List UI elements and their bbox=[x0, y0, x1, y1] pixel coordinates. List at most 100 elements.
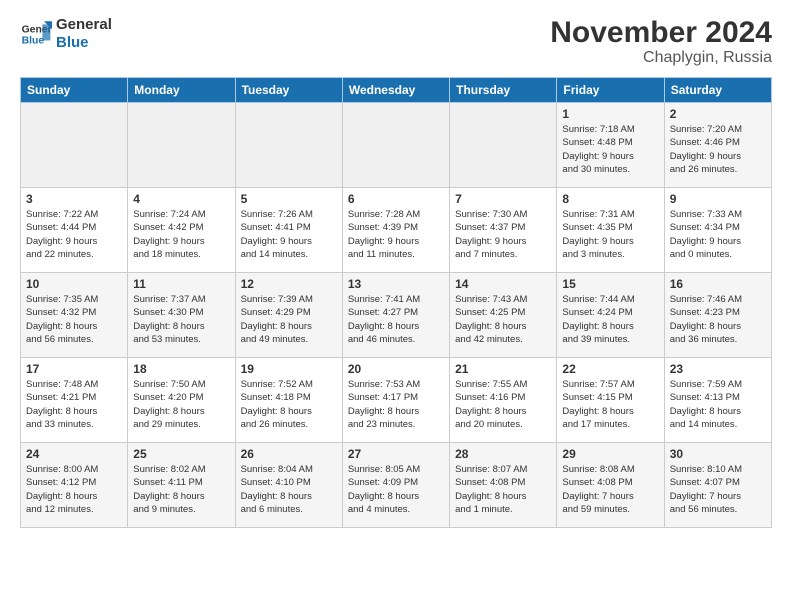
day-number: 10 bbox=[26, 277, 122, 291]
day-number: 19 bbox=[241, 362, 337, 376]
day-number: 22 bbox=[562, 362, 658, 376]
table-row: 20 Sunrise: 7:53 AM Sunset: 4:17 PM Dayli… bbox=[342, 358, 449, 443]
table-row: 15 Sunrise: 7:44 AM Sunset: 4:24 PM Dayli… bbox=[557, 273, 664, 358]
header-thursday: Thursday bbox=[450, 78, 557, 103]
page-subtitle: Chaplygin, Russia bbox=[550, 49, 772, 67]
table-row: 28Sunrise: 8:07 AM Sunset: 4:08 PM Dayli… bbox=[450, 443, 557, 528]
table-row: 6 Sunrise: 7:28 AM Sunset: 4:39 PM Daylig… bbox=[342, 188, 449, 273]
table-row: 14 Sunrise: 7:43 AM Sunset: 4:25 PM Dayli… bbox=[450, 273, 557, 358]
calendar-week-2: 3 Sunrise: 7:22 AM Sunset: 4:44 PM Daylig… bbox=[21, 188, 772, 273]
table-row: 22 Sunrise: 7:57 AM Sunset: 4:15 PM Dayli… bbox=[557, 358, 664, 443]
header-tuesday: Tuesday bbox=[235, 78, 342, 103]
day-number: 21 bbox=[455, 362, 551, 376]
table-row bbox=[235, 103, 342, 188]
day-info: Sunrise: 7:37 AM Sunset: 4:30 PM Dayligh… bbox=[133, 293, 229, 346]
table-row: 16 Sunrise: 7:46 AM Sunset: 4:23 PM Dayli… bbox=[664, 273, 771, 358]
day-info: Sunrise: 7:57 AM Sunset: 4:15 PM Dayligh… bbox=[562, 378, 658, 431]
day-number: 27 bbox=[348, 447, 444, 461]
day-number: 15 bbox=[562, 277, 658, 291]
title-block: November 2024 Chaplygin, Russia bbox=[550, 16, 772, 67]
logo-icon: General Blue bbox=[20, 18, 52, 50]
day-number: 5 bbox=[241, 192, 337, 206]
day-info: Sunrise: 7:46 AM Sunset: 4:23 PM Dayligh… bbox=[670, 293, 766, 346]
page-header: General Blue General Blue November 2024 … bbox=[20, 16, 772, 67]
day-info: Sunrise: 7:28 AM Sunset: 4:39 PM Dayligh… bbox=[348, 208, 444, 261]
day-info: Sunrise: 7:52 AM Sunset: 4:18 PM Dayligh… bbox=[241, 378, 337, 431]
table-row: 26 Sunrise: 8:04 AM Sunset: 4:10 PM Dayli… bbox=[235, 443, 342, 528]
day-number: 18 bbox=[133, 362, 229, 376]
day-number: 16 bbox=[670, 277, 766, 291]
table-row: 29Sunrise: 8:08 AM Sunset: 4:08 PM Dayli… bbox=[557, 443, 664, 528]
logo-text: General Blue bbox=[56, 16, 112, 52]
day-info: Sunrise: 7:24 AM Sunset: 4:42 PM Dayligh… bbox=[133, 208, 229, 261]
calendar-week-4: 17Sunrise: 7:48 AM Sunset: 4:21 PM Dayli… bbox=[21, 358, 772, 443]
day-number: 3 bbox=[26, 192, 122, 206]
table-row: 4 Sunrise: 7:24 AM Sunset: 4:42 PM Daylig… bbox=[128, 188, 235, 273]
table-row: 3 Sunrise: 7:22 AM Sunset: 4:44 PM Daylig… bbox=[21, 188, 128, 273]
day-number: 30 bbox=[670, 447, 766, 461]
table-row: 9 Sunrise: 7:33 AM Sunset: 4:34 PM Daylig… bbox=[664, 188, 771, 273]
table-row bbox=[128, 103, 235, 188]
calendar-table: Sunday Monday Tuesday Wednesday Thursday… bbox=[20, 77, 772, 528]
header-friday: Friday bbox=[557, 78, 664, 103]
day-number: 4 bbox=[133, 192, 229, 206]
table-row: 13Sunrise: 7:41 AM Sunset: 4:27 PM Dayli… bbox=[342, 273, 449, 358]
day-info: Sunrise: 8:04 AM Sunset: 4:10 PM Dayligh… bbox=[241, 463, 337, 516]
table-row: 8 Sunrise: 7:31 AM Sunset: 4:35 PM Daylig… bbox=[557, 188, 664, 273]
day-info: Sunrise: 8:05 AM Sunset: 4:09 PM Dayligh… bbox=[348, 463, 444, 516]
day-info: Sunrise: 7:41 AM Sunset: 4:27 PM Dayligh… bbox=[348, 293, 444, 346]
day-info: Sunrise: 8:08 AM Sunset: 4:08 PM Dayligh… bbox=[562, 463, 658, 516]
day-number: 24 bbox=[26, 447, 122, 461]
table-row: 7Sunrise: 7:30 AM Sunset: 4:37 PM Daylig… bbox=[450, 188, 557, 273]
table-row: 24 Sunrise: 8:00 AM Sunset: 4:12 PM Dayli… bbox=[21, 443, 128, 528]
table-row bbox=[342, 103, 449, 188]
day-info: Sunrise: 7:39 AM Sunset: 4:29 PM Dayligh… bbox=[241, 293, 337, 346]
calendar-week-5: 24 Sunrise: 8:00 AM Sunset: 4:12 PM Dayli… bbox=[21, 443, 772, 528]
table-row: 23 Sunrise: 7:59 AM Sunset: 4:13 PM Dayli… bbox=[664, 358, 771, 443]
calendar-header-row: Sunday Monday Tuesday Wednesday Thursday… bbox=[21, 78, 772, 103]
day-info: Sunrise: 7:43 AM Sunset: 4:25 PM Dayligh… bbox=[455, 293, 551, 346]
day-info: Sunrise: 7:55 AM Sunset: 4:16 PM Dayligh… bbox=[455, 378, 551, 431]
header-saturday: Saturday bbox=[664, 78, 771, 103]
day-number: 2 bbox=[670, 107, 766, 121]
day-info: Sunrise: 7:59 AM Sunset: 4:13 PM Dayligh… bbox=[670, 378, 766, 431]
table-row: 30Sunrise: 8:10 AM Sunset: 4:07 PM Dayli… bbox=[664, 443, 771, 528]
page-title: November 2024 bbox=[550, 16, 772, 49]
day-number: 8 bbox=[562, 192, 658, 206]
day-number: 17 bbox=[26, 362, 122, 376]
day-info: Sunrise: 7:53 AM Sunset: 4:17 PM Dayligh… bbox=[348, 378, 444, 431]
day-number: 6 bbox=[348, 192, 444, 206]
day-number: 1 bbox=[562, 107, 658, 121]
calendar-week-1: 1 Sunrise: 7:18 AM Sunset: 4:48 PM Daylig… bbox=[21, 103, 772, 188]
day-info: Sunrise: 7:31 AM Sunset: 4:35 PM Dayligh… bbox=[562, 208, 658, 261]
day-number: 11 bbox=[133, 277, 229, 291]
day-number: 9 bbox=[670, 192, 766, 206]
day-info: Sunrise: 7:18 AM Sunset: 4:48 PM Dayligh… bbox=[562, 123, 658, 176]
table-row: 17Sunrise: 7:48 AM Sunset: 4:21 PM Dayli… bbox=[21, 358, 128, 443]
header-sunday: Sunday bbox=[21, 78, 128, 103]
table-row: 25 Sunrise: 8:02 AM Sunset: 4:11 PM Dayli… bbox=[128, 443, 235, 528]
table-row bbox=[21, 103, 128, 188]
day-number: 20 bbox=[348, 362, 444, 376]
day-info: Sunrise: 8:02 AM Sunset: 4:11 PM Dayligh… bbox=[133, 463, 229, 516]
header-monday: Monday bbox=[128, 78, 235, 103]
day-number: 25 bbox=[133, 447, 229, 461]
day-number: 14 bbox=[455, 277, 551, 291]
table-row: 19 Sunrise: 7:52 AM Sunset: 4:18 PM Dayli… bbox=[235, 358, 342, 443]
day-info: Sunrise: 7:33 AM Sunset: 4:34 PM Dayligh… bbox=[670, 208, 766, 261]
svg-text:Blue: Blue bbox=[22, 36, 45, 47]
day-number: 26 bbox=[241, 447, 337, 461]
day-info: Sunrise: 7:26 AM Sunset: 4:41 PM Dayligh… bbox=[241, 208, 337, 261]
day-info: Sunrise: 7:22 AM Sunset: 4:44 PM Dayligh… bbox=[26, 208, 122, 261]
header-wednesday: Wednesday bbox=[342, 78, 449, 103]
calendar-week-3: 10Sunrise: 7:35 AM Sunset: 4:32 PM Dayli… bbox=[21, 273, 772, 358]
table-row: 21 Sunrise: 7:55 AM Sunset: 4:16 PM Dayli… bbox=[450, 358, 557, 443]
logo: General Blue General Blue bbox=[20, 16, 112, 52]
day-info: Sunrise: 7:50 AM Sunset: 4:20 PM Dayligh… bbox=[133, 378, 229, 431]
day-number: 23 bbox=[670, 362, 766, 376]
table-row bbox=[450, 103, 557, 188]
day-number: 12 bbox=[241, 277, 337, 291]
day-info: Sunrise: 8:00 AM Sunset: 4:12 PM Dayligh… bbox=[26, 463, 122, 516]
table-row: 11 Sunrise: 7:37 AM Sunset: 4:30 PM Dayli… bbox=[128, 273, 235, 358]
day-info: Sunrise: 7:44 AM Sunset: 4:24 PM Dayligh… bbox=[562, 293, 658, 346]
